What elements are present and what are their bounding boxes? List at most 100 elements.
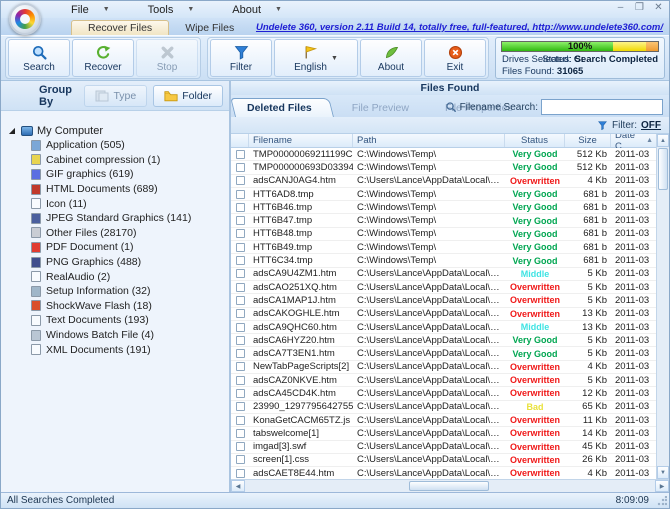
filter-button[interactable]: Filter xyxy=(210,39,272,77)
tree-item[interactable]: ShockWave Flash (18) xyxy=(7,299,229,314)
table-row[interactable]: imgad[3].swf C:\Users\Lance\AppData\Loca… xyxy=(231,441,656,454)
row-checkbox[interactable] xyxy=(236,243,245,252)
row-checkbox[interactable] xyxy=(236,229,245,238)
group-by-folder-button[interactable]: Folder xyxy=(153,85,223,107)
row-checkbox[interactable] xyxy=(236,163,245,172)
minimize-button[interactable]: – xyxy=(614,2,627,13)
column-status[interactable]: Status xyxy=(505,134,565,147)
row-checkbox[interactable] xyxy=(236,309,245,318)
table-row[interactable]: adsCAKOGHLE.htm C:\Users\Lance\AppData\L… xyxy=(231,308,656,321)
table-row[interactable]: adsCANJ0AG4.htm C:\Users\Lance\AppData\L… xyxy=(231,175,656,188)
filter-state-toggle[interactable]: OFF xyxy=(641,120,661,131)
chevron-down-icon[interactable]: ▼ xyxy=(331,55,338,62)
row-checkbox[interactable] xyxy=(236,296,245,305)
tree-item[interactable]: RealAudio (2) xyxy=(7,269,229,284)
search-button[interactable]: Search xyxy=(8,39,70,77)
row-checkbox[interactable] xyxy=(236,283,245,292)
tree-item[interactable]: Application (505) xyxy=(7,138,229,153)
row-checkbox[interactable] xyxy=(236,455,245,464)
tree-root-my-computer[interactable]: ◢ My Computer xyxy=(7,123,229,138)
recover-button[interactable]: Recover xyxy=(72,39,134,77)
about-button[interactable]: About xyxy=(360,39,422,77)
row-checkbox[interactable] xyxy=(236,176,245,185)
horizontal-scroll-thumb[interactable] xyxy=(409,481,489,491)
select-all-column[interactable] xyxy=(231,134,249,147)
table-row[interactable]: tabswelcome[1] C:\Users\Lance\AppData\Lo… xyxy=(231,427,656,440)
table-row[interactable]: adsCA6HYZ20.htm C:\Users\Lance\AppData\L… xyxy=(231,334,656,347)
tree-item[interactable]: Other Files (28170) xyxy=(7,226,229,241)
vertical-scrollbar[interactable]: ▲ ▼ xyxy=(656,134,669,479)
row-checkbox[interactable] xyxy=(236,216,245,225)
tab-deleted-files[interactable]: Deleted Files xyxy=(235,98,334,117)
row-checkbox[interactable] xyxy=(236,256,245,265)
table-row[interactable]: adsCAET8E44.htm C:\Users\Lance\AppData\L… xyxy=(231,467,656,479)
table-row[interactable]: adsCAO251XQ.htm C:\Users\Lance\AppData\L… xyxy=(231,281,656,294)
table-row[interactable]: HTT6B49.tmp C:\Windows\Temp\ Very Good 6… xyxy=(231,241,656,254)
table-row[interactable]: HTT6AD8.tmp C:\Windows\Temp\ Very Good 6… xyxy=(231,188,656,201)
table-row[interactable]: screen[1].css C:\Users\Lance\AppData\Loc… xyxy=(231,454,656,467)
tab-file-preview[interactable]: File Preview xyxy=(334,98,427,117)
table-row[interactable]: 23990_1297795642755514... C:\Users\Lance… xyxy=(231,401,656,414)
table-row[interactable]: adsCAZ0NKVE.htm C:\Users\Lance\AppData\L… xyxy=(231,374,656,387)
row-checkbox[interactable] xyxy=(236,349,245,358)
maximize-button[interactable]: ❐ xyxy=(633,2,646,13)
row-checkbox[interactable] xyxy=(236,416,245,425)
row-checkbox[interactable] xyxy=(236,362,245,371)
tree-item[interactable]: PDF Document (1) xyxy=(7,240,229,255)
table-row[interactable]: KonaGetCACM65TZ.js C:\Users\Lance\AppDat… xyxy=(231,414,656,427)
exit-button[interactable]: Exit xyxy=(424,39,486,77)
row-checkbox[interactable] xyxy=(236,389,245,398)
table-row[interactable]: adsCA7T3EN1.htm C:\Users\Lance\AppData\L… xyxy=(231,347,656,360)
tree-item[interactable]: Text Documents (193) xyxy=(7,313,229,328)
filename-search-input[interactable] xyxy=(541,99,663,115)
table-row[interactable]: HTT6B46.tmp C:\Windows\Temp\ Very Good 6… xyxy=(231,201,656,214)
close-button[interactable]: ✕ xyxy=(652,2,665,13)
scroll-right-icon[interactable]: ▶ xyxy=(655,480,669,492)
scroll-left-icon[interactable]: ◀ xyxy=(231,480,245,492)
tab-recover-files[interactable]: Recover Files xyxy=(71,20,169,35)
menu-about[interactable]: About ▼ xyxy=(232,4,282,16)
table-row[interactable]: HTT6B48.tmp C:\Windows\Temp\ Very Good 6… xyxy=(231,228,656,241)
table-row[interactable]: HTT6C34.tmp C:\Windows\Temp\ Very Good 6… xyxy=(231,254,656,267)
column-path[interactable]: Path xyxy=(353,134,505,147)
vertical-scroll-thumb[interactable] xyxy=(658,148,668,190)
table-row[interactable]: adsCA1MAP1J.htm C:\Users\Lance\AppData\L… xyxy=(231,294,656,307)
language-button[interactable]: English ▼ xyxy=(274,39,358,77)
table-row[interactable]: adsCA9QHC60.htm C:\Users\Lance\AppData\L… xyxy=(231,321,656,334)
row-checkbox[interactable] xyxy=(236,429,245,438)
tab-wipe-files[interactable]: Wipe Files xyxy=(169,21,250,35)
row-checkbox[interactable] xyxy=(236,442,245,451)
column-size[interactable]: Size xyxy=(565,134,611,147)
menu-tools[interactable]: Tools ▼ xyxy=(148,4,195,16)
group-by-type-button[interactable]: Type xyxy=(84,85,147,107)
table-row[interactable]: TMP000000693D0339424D... C:\Windows\Temp… xyxy=(231,161,656,174)
stop-button[interactable]: Stop xyxy=(136,39,198,77)
table-row[interactable]: adsCA9U4ZM1.htm C:\Users\Lance\AppData\L… xyxy=(231,268,656,281)
tree-item[interactable]: HTML Documents (689) xyxy=(7,182,229,197)
resize-grip[interactable] xyxy=(657,496,667,506)
tree-item[interactable]: XML Documents (191) xyxy=(7,342,229,357)
tree-item[interactable]: Cabinet compression (1) xyxy=(7,153,229,168)
menu-file[interactable]: File ▼ xyxy=(71,4,110,16)
row-checkbox[interactable] xyxy=(236,336,245,345)
row-checkbox[interactable] xyxy=(236,150,245,159)
tree-item[interactable]: JPEG Standard Graphics (141) xyxy=(7,211,229,226)
tree-item[interactable]: PNG Graphics (488) xyxy=(7,255,229,270)
row-checkbox[interactable] xyxy=(236,402,245,411)
row-checkbox[interactable] xyxy=(236,203,245,212)
table-row[interactable]: TMP00000069211199C3AB... C:\Windows\Temp… xyxy=(231,148,656,161)
tree-item[interactable]: Setup Information (32) xyxy=(7,284,229,299)
scroll-up-icon[interactable]: ▲ xyxy=(657,134,669,147)
column-filename[interactable]: Filename xyxy=(249,134,353,147)
table-row[interactable]: adsCA45CD4K.htm C:\Users\Lance\AppData\L… xyxy=(231,387,656,400)
tree-item[interactable]: Windows Batch File (4) xyxy=(7,328,229,343)
table-row[interactable]: NewTabPageScripts[2] C:\Users\Lance\AppD… xyxy=(231,361,656,374)
row-checkbox[interactable] xyxy=(236,376,245,385)
row-checkbox[interactable] xyxy=(236,323,245,332)
tree-item[interactable]: GIF graphics (619) xyxy=(7,167,229,182)
tree-item[interactable]: Icon (11) xyxy=(7,196,229,211)
product-website-link[interactable]: Undelete 360, version 2.11 Build 14, tot… xyxy=(256,22,663,33)
row-checkbox[interactable] xyxy=(236,269,245,278)
scroll-down-icon[interactable]: ▼ xyxy=(657,466,669,479)
table-row[interactable]: HTT6B47.tmp C:\Windows\Temp\ Very Good 6… xyxy=(231,214,656,227)
